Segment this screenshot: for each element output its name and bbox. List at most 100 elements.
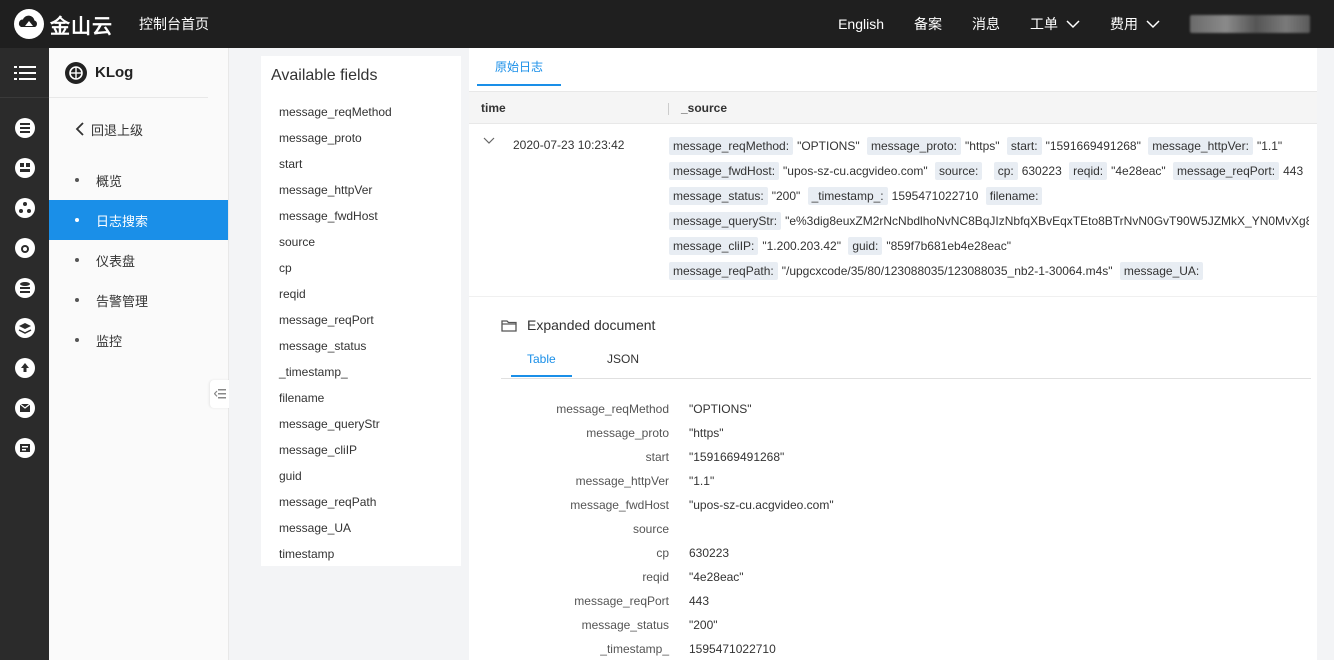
source-field-key[interactable]: message_reqPath: [669,262,778,280]
field-item[interactable]: message_reqPort [261,307,461,333]
sidebar-item-dashboard[interactable]: 仪表盘 [49,240,228,280]
row-time: 2020-07-23 10:23:42 [513,138,625,152]
sidebar-collapse-handle[interactable] [210,380,230,408]
source-field-key[interactable]: message_status: [669,187,768,205]
field-item[interactable]: cp [261,255,461,281]
field-item[interactable]: _timestamp_ [261,359,461,385]
source-field-key[interactable]: message_cliIP: [669,237,759,255]
source-field-key[interactable]: message_httpVer: [1148,137,1253,155]
source-field-key[interactable]: cp: [993,162,1018,180]
field-item[interactable]: message_status [261,333,461,359]
nav-english[interactable]: English [838,16,884,32]
rail-layers[interactable] [0,308,49,348]
field-item[interactable]: timestamp [261,541,461,567]
source-field-key[interactable]: message_UA: [1119,262,1204,280]
klog-logo-icon [65,61,87,84]
tab-table[interactable]: Table [511,347,572,377]
field-item[interactable]: message_cliIP [261,437,461,463]
main-area: Available fields message_reqMethod messag… [229,48,1334,660]
camera-icon [14,238,35,258]
brand-logo[interactable]: 金山云 [12,0,113,48]
source-field-value: 1595471022710 [891,189,979,203]
source-field-value: "upos-sz-cu.acgvideo.com" [783,164,928,178]
column-header-time[interactable]: time [469,101,669,115]
tab-json[interactable]: JSON [591,347,655,377]
chevron-down-icon[interactable] [481,134,497,146]
sidebar-item-log-search[interactable]: 日志搜索 [49,200,228,240]
field-item[interactable]: message_UA [261,515,461,541]
source-field-key[interactable]: filename: [985,187,1043,205]
source-field-key[interactable]: guid: [848,237,883,255]
column-header-source[interactable]: _source [669,101,727,115]
table-row[interactable]: 2020-07-23 10:23:42 message_reqMethod: "O… [469,124,1317,294]
bullet-icon [75,178,79,182]
field-item[interactable]: message_proto [261,125,461,151]
rail-database[interactable] [0,108,49,148]
source-field-key[interactable]: message_queryStr: [669,212,782,230]
field-item[interactable]: message_reqMethod [261,99,461,125]
kv-row: start "1591669491268" [501,445,1301,469]
mail-icon [14,398,35,418]
rail-menu-button[interactable] [0,48,49,98]
nav-filing[interactable]: 备案 [914,14,942,34]
rail-grid[interactable] [0,148,49,188]
source-field-key[interactable]: _timestamp_: [807,187,888,205]
rail-cloud-upload[interactable] [0,348,49,388]
kv-row: message_status "200" [501,613,1301,637]
log-panel: 原始日志 time _source 2020-07-23 10:23:42 me… [469,48,1317,660]
chevron-down-icon [1146,20,1160,29]
field-item[interactable]: source [261,229,461,255]
log-tabs: 原始日志 [469,48,1317,92]
sidebar-item-alerts[interactable]: 告警管理 [49,280,228,320]
rail-id-card[interactable] [0,428,49,468]
nav-label: 工单 [1030,16,1058,32]
nav-label: English [838,16,884,32]
rail-network[interactable] [0,188,49,228]
kv-value: 1595471022710 [689,642,776,656]
sidebar-item-monitoring[interactable]: 监控 [49,320,228,360]
bullet-icon [75,338,79,342]
field-item[interactable]: message_fwdHost [261,203,461,229]
source-field-value: "e%3dig8euxZM2rNcNbdlhoNvNC8BqJIzNbfqXBv… [785,214,1309,228]
nav-messages[interactable]: 消息 [972,14,1000,34]
source-field-key[interactable]: reqid: [1069,162,1108,180]
rail-camera[interactable] [0,228,49,268]
source-field-key[interactable]: source: [934,162,983,180]
bullet-icon [75,258,79,262]
bullet-icon [75,218,79,222]
field-item[interactable]: guid [261,463,461,489]
field-item[interactable]: message_httpVer [261,177,461,203]
sidebar-item-label: 告警管理 [96,293,149,309]
kv-row: reqid "4e28eac" [501,565,1301,589]
source-field-key[interactable]: message_reqMethod: [669,137,794,155]
nav-tickets[interactable]: 工单 [1030,14,1080,34]
kv-key: start [645,450,669,464]
field-item[interactable]: message_reqPath [261,489,461,515]
back-button[interactable]: 回退上级 [49,98,228,160]
field-item[interactable]: message_queryStr [261,411,461,437]
source-field-key[interactable]: message_reqPort: [1173,162,1280,180]
user-account-redacted[interactable] [1190,15,1310,33]
rail-storage[interactable] [0,268,49,308]
field-list: message_reqMethod message_proto start messa… [261,99,461,567]
source-field-key[interactable]: start: [1006,137,1042,155]
field-item[interactable]: reqid [261,281,461,307]
tab-raw-log[interactable]: 原始日志 [477,48,562,86]
expanded-tabs: Table JSON [501,347,1311,379]
field-item[interactable]: filename [261,385,461,411]
nav-billing[interactable]: 费用 [1110,14,1160,34]
chevron-down-icon [1066,20,1080,29]
field-item[interactable]: start [261,151,461,177]
source-field-key[interactable]: message_proto: [866,137,962,155]
console-home-link[interactable]: 控制台首页 [139,14,209,34]
kv-row: message_httpVer "1.1" [501,469,1301,493]
kv-row: message_reqMethod "OPTIONS" [501,397,1301,421]
icon-rail [0,48,49,660]
network-icon [14,198,35,218]
sidebar-item-label: 仪表盘 [96,253,136,269]
source-field-key[interactable]: message_fwdHost: [669,162,780,180]
sidebar-item-overview[interactable]: 概览 [49,160,228,200]
kv-key: message_reqPort [574,594,669,608]
kv-value: "upos-sz-cu.acgvideo.com" [689,498,834,512]
rail-mail[interactable] [0,388,49,428]
